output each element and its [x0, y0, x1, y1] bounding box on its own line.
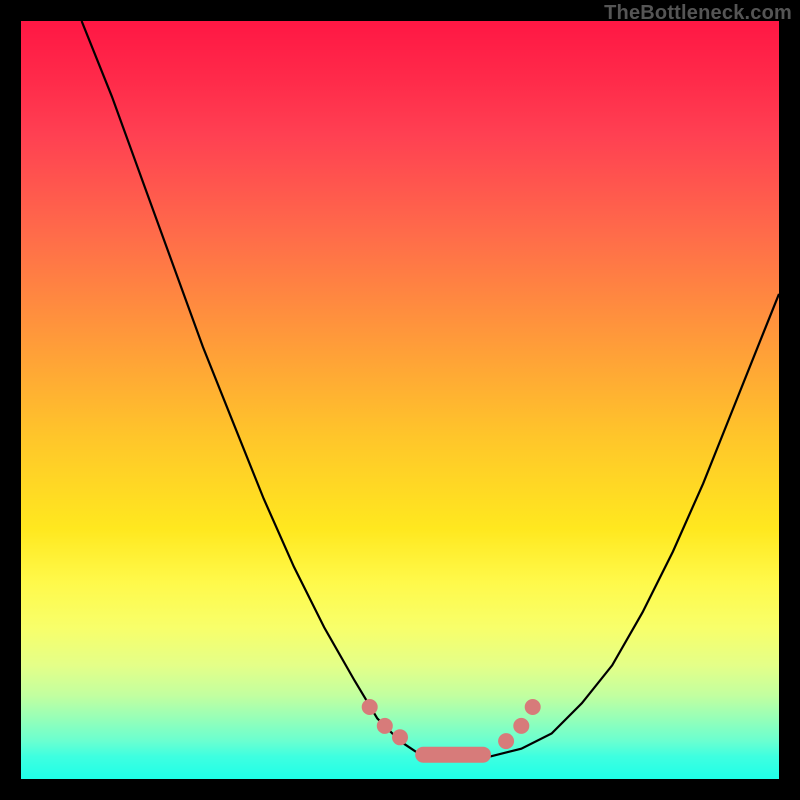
curve-marker-dot — [392, 729, 408, 745]
curve-marker-pill — [415, 747, 491, 763]
curve-marker-dot — [498, 733, 514, 749]
curve-marker-dot — [362, 699, 378, 715]
curve-marker-dot — [377, 718, 393, 734]
curve-marker-dot — [513, 718, 529, 734]
watermark-text: TheBottleneck.com — [604, 2, 792, 25]
bottleneck-chart — [21, 21, 779, 779]
marker-group — [362, 699, 541, 763]
curve-marker-dot — [525, 699, 541, 715]
bottleneck-curve-path — [82, 21, 779, 756]
